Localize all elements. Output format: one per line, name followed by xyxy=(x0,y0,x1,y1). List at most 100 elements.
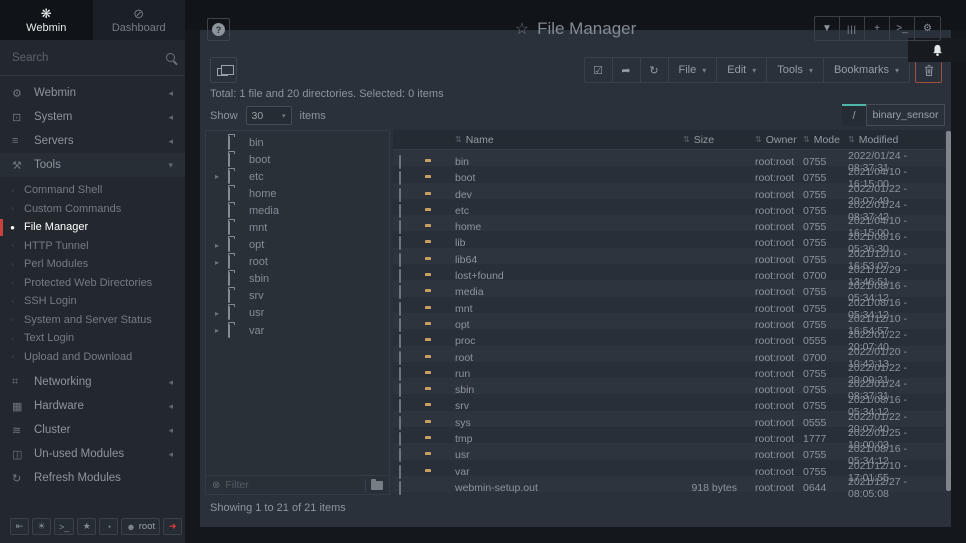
table-row[interactable]: srvroot:root07552021/08/16 - 05:34:12 xyxy=(393,394,945,410)
sidebar-item-file-manager[interactable]: ●File Manager xyxy=(0,218,185,237)
table-row[interactable]: varroot:root07552021/12/10 - 17:01:55 xyxy=(393,460,945,476)
expander-icon[interactable]: ▸ xyxy=(215,172,228,181)
sidebar-item-networking[interactable]: ⌗Networking◂ xyxy=(0,370,185,394)
table-row[interactable]: sbinroot:root07552022/01/24 - 08:37:31 xyxy=(393,378,945,394)
tab-webmin[interactable]: ❋ Webmin xyxy=(0,0,93,40)
refresh-button[interactable]: ↻ xyxy=(641,58,669,82)
table-row[interactable]: devroot:root07552022/01/22 - 20:07:49 xyxy=(393,183,945,199)
column-header-owner[interactable]: ⇅Owner xyxy=(737,134,803,146)
tree-item-mnt[interactable]: mnt xyxy=(206,219,389,236)
columns-button[interactable]: ||| xyxy=(840,17,865,40)
expander-icon[interactable]: ▸ xyxy=(215,326,228,335)
tree-item-boot[interactable]: boot xyxy=(206,151,389,168)
table-row[interactable]: sysroot:root05552022/01/22 - 20:07:40 xyxy=(393,411,945,427)
sidebar-item-protected-web-directories[interactable]: ◦Protected Web Directories xyxy=(0,274,185,293)
sidebar-item-upload-and-download[interactable]: ◦Upload and Download xyxy=(0,348,185,367)
row-checkbox[interactable] xyxy=(399,351,401,365)
tree-item-sbin[interactable]: sbin xyxy=(206,271,389,288)
row-checkbox[interactable] xyxy=(399,465,401,479)
table-row[interactable]: libroot:root07552021/08/16 - 05:36:30 xyxy=(393,231,945,247)
add-button[interactable]: + xyxy=(865,17,890,40)
table-row[interactable]: usrroot:root07552021/08/16 - 05:34:12 xyxy=(393,443,945,459)
tree-filter-input[interactable] xyxy=(225,479,360,491)
sidebar-item-servers[interactable]: ≡Servers◂ xyxy=(0,129,185,153)
sidebar-item-http-tunnel[interactable]: ◦HTTP Tunnel xyxy=(0,237,185,256)
column-header-name[interactable]: ⇅Name xyxy=(455,134,645,146)
tree-item-media[interactable]: media xyxy=(206,202,389,219)
column-header-size[interactable]: ⇅Size xyxy=(645,134,737,146)
row-checkbox[interactable] xyxy=(399,367,401,381)
sidebar-item-system-and-server-status[interactable]: ◦System and Server Status xyxy=(0,311,185,330)
row-checkbox[interactable] xyxy=(399,318,401,332)
column-header-mode[interactable]: ⇅Mode xyxy=(803,134,848,146)
table-row[interactable]: mntroot:root07552021/08/16 - 05:34:12 xyxy=(393,297,945,313)
table-row[interactable]: procroot:root05552022/01/22 - 20:07:40 xyxy=(393,329,945,345)
sidebar-item-webmin[interactable]: ⚙Webmin◂ xyxy=(0,81,185,105)
row-checkbox[interactable] xyxy=(399,285,401,299)
row-checkbox[interactable] xyxy=(399,448,401,462)
toolbar-menu-edit[interactable]: Edit▾ xyxy=(717,58,767,82)
path-search-input[interactable] xyxy=(866,104,945,126)
user-button[interactable]: ☻root xyxy=(121,518,160,535)
row-checkbox[interactable] xyxy=(399,171,401,185)
favorites-button[interactable]: ★ xyxy=(77,518,96,535)
sidebar-item-hardware[interactable]: ▦Hardware◂ xyxy=(0,394,185,418)
row-checkbox[interactable] xyxy=(399,188,401,202)
sidebar-item-ssh-login[interactable]: ◦SSH Login xyxy=(0,292,185,311)
clear-filter-icon[interactable]: ⊗ xyxy=(212,480,220,491)
table-row[interactable]: bootroot:root07552021/04/10 - 16:15:00 xyxy=(393,166,945,182)
tree-item-usr[interactable]: ▸usr xyxy=(206,305,389,322)
row-checkbox[interactable] xyxy=(399,204,401,218)
open-in-new-button[interactable]: ➦ xyxy=(613,58,641,82)
row-checkbox[interactable] xyxy=(399,481,401,495)
tree-item-opt[interactable]: ▸opt xyxy=(206,237,389,254)
table-scrollbar[interactable] xyxy=(946,131,951,491)
row-checkbox[interactable] xyxy=(399,236,401,250)
sidebar-item-text-login[interactable]: ◦Text Login xyxy=(0,329,185,348)
select-all-button[interactable]: ☑ xyxy=(585,58,613,82)
tree-item-home[interactable]: home xyxy=(206,185,389,202)
expander-icon[interactable]: ▸ xyxy=(215,309,228,318)
theme-toggle-button[interactable]: ☀ xyxy=(32,518,51,535)
favorite-star-icon[interactable]: ☆ xyxy=(515,21,529,38)
expander-icon[interactable]: ▸ xyxy=(215,241,228,250)
folder-icon[interactable] xyxy=(371,481,383,490)
sidebar-item-tools[interactable]: ⚒Tools▾ xyxy=(0,153,185,177)
column-header-modified[interactable]: ⇅Modified xyxy=(848,134,945,146)
terminal-button[interactable]: >_ xyxy=(890,17,915,40)
table-row[interactable]: homeroot:root07552021/04/10 - 16:15:00 xyxy=(393,215,945,231)
toolbar-menu-file[interactable]: File▾ xyxy=(669,58,718,82)
tab-dashboard[interactable]: ⊘ Dashboard xyxy=(93,0,186,40)
row-checkbox[interactable] xyxy=(399,383,401,397)
row-checkbox[interactable] xyxy=(399,155,401,169)
sidebar-item-un-used-modules[interactable]: ◫Un-used Modules◂ xyxy=(0,442,185,466)
sidebar-item-system[interactable]: ⊡System◂ xyxy=(0,105,185,129)
logout-button[interactable]: ➜ xyxy=(163,518,182,535)
table-row[interactable]: lost+foundroot:root07002021/12/29 - 13:4… xyxy=(393,264,945,280)
row-checkbox[interactable] xyxy=(399,399,401,413)
collapse-sidebar-button[interactable]: ⇤ xyxy=(10,518,29,535)
expander-icon[interactable]: ▸ xyxy=(215,258,228,267)
sidebar-item-refresh-modules[interactable]: ↻Refresh Modules xyxy=(0,466,185,490)
table-row[interactable]: etcroot:root07552022/01/24 - 08:37:42 xyxy=(393,199,945,215)
table-row[interactable]: mediaroot:root07552021/08/16 - 05:34:12 xyxy=(393,280,945,296)
language-button[interactable]: ◔ xyxy=(99,518,118,535)
tree-item-bin[interactable]: bin xyxy=(206,134,389,151)
sidebar-item-perl-modules[interactable]: ◦Perl Modules xyxy=(0,255,185,274)
tree-item-root[interactable]: ▸root xyxy=(206,254,389,271)
help-button[interactable] xyxy=(207,18,230,41)
breadcrumb-root-button[interactable]: / xyxy=(842,104,866,126)
row-checkbox[interactable] xyxy=(399,253,401,267)
tree-item-srv[interactable]: srv xyxy=(206,288,389,305)
table-row[interactable]: runroot:root07552022/01/22 - 20:09:21 xyxy=(393,362,945,378)
sidebar-item-custom-commands[interactable]: ◦Custom Commands xyxy=(0,200,185,219)
settings-button[interactable]: ⚙ xyxy=(915,17,940,40)
table-row[interactable]: optroot:root07552021/12/10 - 16:54:57 xyxy=(393,313,945,329)
toolbar-menu-bookmarks[interactable]: Bookmarks▾ xyxy=(824,58,909,82)
sidebar-search-input[interactable] xyxy=(12,52,166,64)
notification-tray[interactable] xyxy=(908,38,966,62)
table-row[interactable]: binroot:root07552022/01/24 - 08:37:31 xyxy=(393,150,945,166)
tree-item-var[interactable]: ▸var xyxy=(206,322,389,339)
row-checkbox[interactable] xyxy=(399,302,401,316)
toolbar-menu-tools[interactable]: Tools▾ xyxy=(767,58,824,82)
